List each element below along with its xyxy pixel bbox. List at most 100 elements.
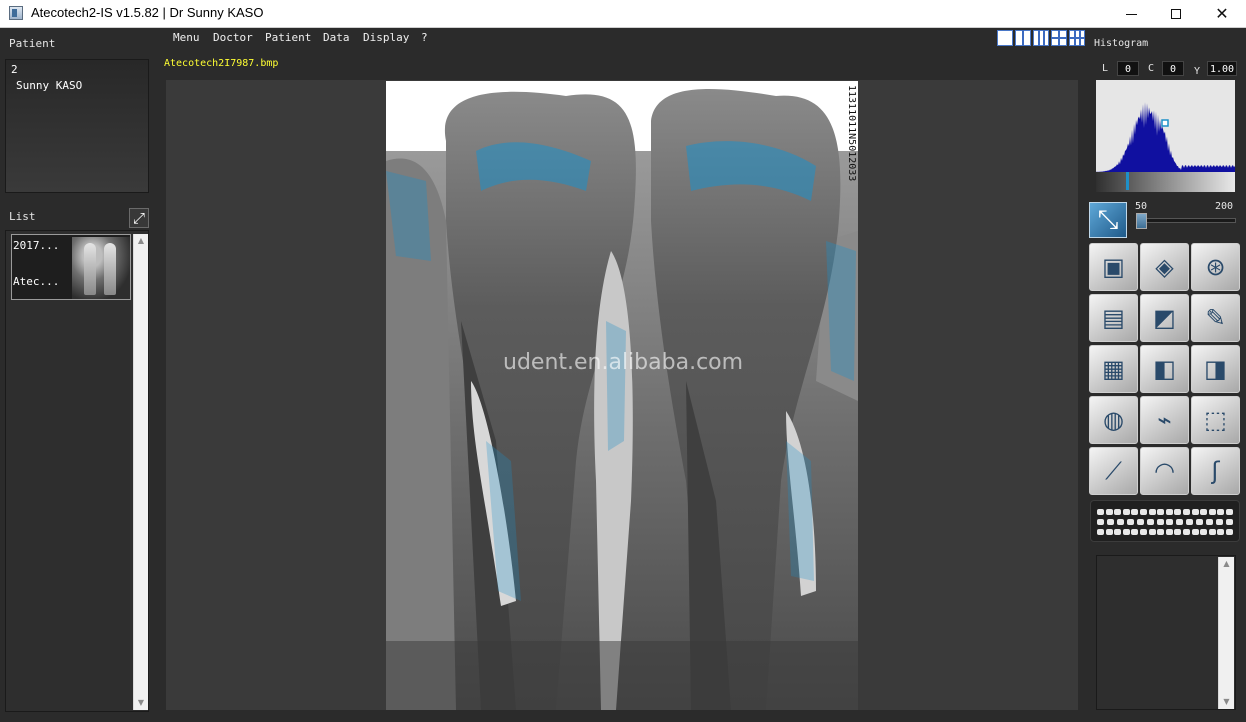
tooth-icon (1139, 529, 1147, 535)
film-tool-button[interactable]: ▤ (1089, 294, 1138, 342)
cube-split-tool-icon: ◨ (1204, 355, 1227, 383)
tooth-icon (1216, 519, 1224, 525)
list-item[interactable]: 2017... Atec... (11, 234, 131, 300)
layout-single-button[interactable] (997, 30, 1013, 46)
scroll-up-icon[interactable]: ▲ (134, 234, 148, 248)
tooth-icon (1208, 529, 1216, 535)
close-button[interactable]: ✕ (1199, 0, 1245, 28)
list-scrollbar[interactable]: ▲ ▼ (133, 234, 148, 710)
pipette-tool-button[interactable]: ✎ (1191, 294, 1240, 342)
texture-tool-icon: ▦ (1102, 355, 1125, 383)
tooth-icon (1174, 529, 1182, 535)
tooth-icon (1191, 509, 1199, 515)
cylinder-tool-button[interactable]: ◍ (1089, 396, 1138, 444)
fit-to-window-button[interactable]: ⤡ (1089, 202, 1127, 238)
protractor-tool-button[interactable]: ◠ (1140, 447, 1189, 495)
list-item-name: Atec... (13, 275, 60, 288)
expand-list-button[interactable]: ⤢ (129, 208, 149, 228)
layout-divider (1043, 30, 1045, 46)
menu-item-display[interactable]: Display (363, 31, 409, 44)
xray-image[interactable] (386, 81, 858, 710)
tooth-icon (1225, 519, 1233, 525)
layout-divider (1022, 30, 1024, 46)
tooth-icon (1122, 509, 1130, 515)
minimize-button[interactable] (1108, 0, 1154, 28)
contrast-slider-thumb[interactable] (1136, 213, 1147, 229)
y-value-field[interactable]: 1.00 (1207, 61, 1237, 76)
histogram-low-marker[interactable] (1126, 172, 1129, 190)
tooth-icon (1182, 529, 1190, 535)
menu-item-patient[interactable]: Patient (265, 31, 311, 44)
tooth-icon (1225, 529, 1233, 535)
protractor-tool-icon: ◠ (1154, 457, 1175, 485)
texture-tool-button[interactable]: ▦ (1089, 345, 1138, 393)
ruler-tool-button[interactable]: ⟋ (1089, 447, 1138, 495)
menu-item-doctor[interactable]: Doctor (213, 31, 253, 44)
tooth-icon (1106, 519, 1114, 525)
3d-view-tool-button[interactable]: ⬚ (1191, 396, 1240, 444)
c-value-field[interactable]: 0 (1162, 61, 1184, 76)
expand-icon: ⤢ (132, 209, 145, 227)
patient-name[interactable]: Sunny KASO (16, 79, 82, 92)
tooth-icon (1176, 519, 1184, 525)
tooth-icon (1148, 509, 1156, 515)
tooth-icon (1148, 529, 1156, 535)
tooth-icon (1225, 509, 1233, 515)
layout-grid-3x2-button[interactable] (1069, 30, 1085, 46)
maximize-icon (1171, 9, 1181, 19)
minimize-icon (1125, 13, 1137, 15)
scroll-up-icon[interactable]: ▲ (1219, 557, 1234, 571)
tooth-icon (1136, 519, 1144, 525)
tooth-icon (1097, 519, 1104, 525)
film-tool-icon: ▤ (1102, 304, 1125, 332)
tooth-icon (1157, 509, 1165, 515)
l-label: L (1102, 63, 1109, 74)
menu-item-menu[interactable]: Menu (173, 31, 200, 44)
contrast-slider-track[interactable] (1136, 218, 1236, 223)
tooth-icon (1165, 529, 1173, 535)
palette-tool-button[interactable]: ◩ (1140, 294, 1189, 342)
tooth-icon (1182, 509, 1190, 515)
image-list (5, 230, 149, 712)
palette-tool-icon: ◩ (1153, 304, 1176, 332)
tooth-icon (1186, 519, 1194, 525)
tooth-icon (1116, 519, 1124, 525)
bolt-tool-button[interactable]: ⊛ (1191, 243, 1240, 291)
maximize-button[interactable] (1153, 0, 1199, 28)
eraser-tool-icon: ◈ (1155, 253, 1174, 281)
emboss-tool-button[interactable]: ▣ (1089, 243, 1138, 291)
menu-item-help[interactable]: ? (421, 31, 428, 44)
ruler-tool-icon: ⟋ (1105, 457, 1122, 485)
layout-divider (1038, 30, 1040, 46)
window-title: Atecotech2-IS v1.5.82 | Dr Sunny KASO (31, 5, 264, 20)
close-icon: ✕ (1215, 4, 1229, 23)
emboss-tool-icon: ▣ (1102, 253, 1125, 281)
probe-tool-icon: ʃ (1211, 457, 1220, 485)
xray-id-text: 11311011N5012033 (846, 85, 857, 182)
window-titlebar: Atecotech2-IS v1.5.82 | Dr Sunny KASO ✕ (0, 0, 1246, 28)
c-label: C (1148, 63, 1155, 74)
info-scrollbar[interactable]: ▲ ▼ (1218, 557, 1234, 709)
patient-panel-label: Patient (9, 37, 56, 50)
tooth-icon (1114, 529, 1122, 535)
probe-tool-button[interactable]: ʃ (1191, 447, 1240, 495)
layout-grid-2x2-button[interactable] (1051, 30, 1067, 46)
histogram-handle[interactable] (1161, 119, 1169, 127)
histogram-chart[interactable] (1096, 80, 1235, 192)
list-item-date: 2017... (13, 239, 60, 252)
layout-two-button[interactable] (1015, 30, 1031, 46)
scroll-down-icon[interactable]: ▼ (1219, 695, 1234, 709)
file-name: Atecotech2I7987.bmp (164, 58, 279, 69)
patient-id: 2 (11, 63, 18, 76)
pipette-tool-icon: ✎ (1205, 304, 1226, 332)
l-value-field[interactable]: 0 (1117, 61, 1139, 76)
cube-split-tool-button[interactable]: ◨ (1191, 345, 1240, 393)
eraser-tool-button[interactable]: ◈ (1140, 243, 1189, 291)
cube-compare-tool-button[interactable]: ◧ (1140, 345, 1189, 393)
layout-three-button[interactable] (1033, 30, 1049, 46)
tooth-icon (1200, 529, 1208, 535)
scroll-down-icon[interactable]: ▼ (134, 696, 148, 710)
menu-item-data[interactable]: Data (323, 31, 350, 44)
flashlight-tool-button[interactable]: ⌁ (1140, 396, 1189, 444)
dental-chart-button[interactable] (1090, 500, 1240, 542)
